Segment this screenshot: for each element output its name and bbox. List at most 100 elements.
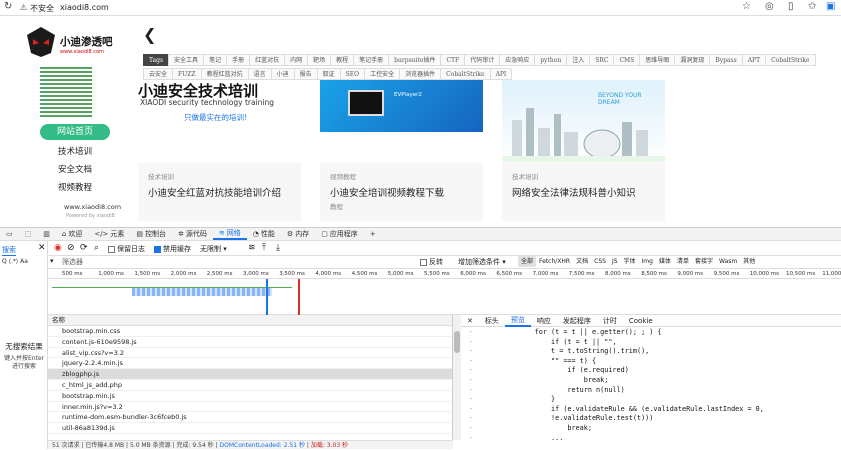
type-filter-button[interactable]: Fetch/XHR — [536, 256, 573, 267]
tag-link[interactable]: 笔记手册 — [353, 54, 390, 66]
tag-link[interactable]: 安全工具 — [168, 54, 205, 66]
security-label[interactable]: 不安全 — [30, 3, 54, 14]
request-row[interactable]: util-86a8139d.js — [48, 423, 452, 434]
scrollbar[interactable] — [453, 315, 461, 440]
url-text[interactable]: xiaodi8.com — [60, 3, 109, 12]
tag-link[interactable]: 教程 — [330, 54, 355, 66]
type-filter-button[interactable]: CSS — [591, 256, 609, 267]
request-row[interactable]: alist_vip.css?v=3.2 — [48, 348, 452, 359]
type-filter-button[interactable]: Wasm — [716, 256, 740, 267]
banner-city[interactable]: BEYOND YOUR DREAM — [502, 80, 665, 162]
tag-link[interactable]: 语言 — [247, 68, 272, 80]
more-filters-button[interactable]: 增加筛选条件 ▾ — [458, 257, 506, 267]
tag-link[interactable]: APT — [741, 54, 767, 66]
tag-link[interactable]: SEO — [339, 68, 366, 80]
type-filter-button[interactable]: 清单 — [674, 256, 692, 267]
back-arrow-icon[interactable]: ❮ — [143, 25, 156, 44]
tag-link[interactable]: python — [534, 54, 568, 66]
tag-link[interactable]: 浏览器插件 — [399, 68, 442, 80]
banner-evplayer[interactable]: EVPlayer2 — [320, 80, 483, 132]
throttle-select[interactable]: 无限制 ▾ — [200, 244, 227, 254]
type-filter-button[interactable]: 套接字 — [692, 256, 716, 267]
tag-link[interactable]: CMS — [613, 54, 641, 66]
tag-link[interactable]: API — [489, 68, 513, 80]
type-filter-button[interactable]: JS — [609, 256, 621, 267]
tag-link[interactable]: 靶场 — [307, 54, 332, 66]
upload-icon[interactable]: ⤒ — [262, 243, 266, 253]
request-row[interactable]: jquery-2.2.4.min.js — [48, 358, 452, 370]
search-tab[interactable]: 搜索 — [2, 245, 16, 256]
close-detail-icon[interactable]: ✕ — [461, 317, 479, 325]
tag-link[interactable]: 工控安全 — [364, 68, 401, 80]
tag-link[interactable]: 代码审计 — [464, 54, 501, 66]
tab-welcome[interactable]: ⌂ 欢迎 — [56, 229, 88, 239]
add-tab-icon[interactable]: + — [364, 230, 382, 238]
fetch-icon[interactable]: ⟳ — [80, 243, 88, 253]
tag-link[interactable]: 小迪 — [270, 68, 295, 80]
article-card-3[interactable]: 技术培训 网络安全法律法规科普小知识 — [502, 163, 665, 221]
scrollbar-thumb[interactable] — [454, 331, 460, 353]
card-title[interactable]: 小迪安全红蓝对抗技能培训介绍 — [148, 185, 281, 199]
tab-network[interactable]: ≋ 网络 — [212, 228, 247, 240]
request-row[interactable]: c_html_js_add.php — [48, 380, 452, 391]
tag-link[interactable]: CTF — [440, 54, 466, 66]
tag-link[interactable]: 教程红蓝对抗 — [200, 68, 249, 80]
filter-input[interactable]: 筛选器 — [62, 257, 83, 267]
detail-tab[interactable]: 计时 — [597, 316, 623, 326]
tag-link[interactable]: burpsuite插件 — [388, 54, 442, 66]
tag-link[interactable]: 取证 — [316, 68, 341, 80]
star-icon[interactable]: ☆ — [742, 1, 751, 12]
request-row[interactable]: content.js-610e9598.js — [48, 337, 452, 348]
detail-tab[interactable]: 发起程序 — [557, 316, 597, 326]
detail-tab[interactable]: 预览 — [504, 315, 531, 327]
banner-training[interactable]: 小迪安全技术培训 XIAODI security technology trai… — [138, 80, 301, 128]
tab-memory[interactable]: ⚙ 内存 — [281, 229, 315, 239]
site-logo[interactable]: 小迪渗透吧 www.xiaodi8.com — [24, 25, 124, 63]
tag-link[interactable]: 注入 — [566, 54, 591, 66]
inspect-icon[interactable]: ⬚ — [19, 230, 38, 238]
article-card-1[interactable]: 技术培训 小迪安全红蓝对抗技能培训介绍 — [138, 163, 301, 221]
warning-icon[interactable]: ⚠ — [20, 3, 27, 12]
tag-link[interactable]: CobaltStrike — [765, 54, 816, 66]
request-row[interactable]: inner.min.js?v=3.2 — [48, 402, 452, 413]
tag-link[interactable]: 手册 — [226, 54, 251, 66]
profile-icon[interactable]: ▣ — [826, 1, 835, 12]
tag-link[interactable]: 思维导图 — [639, 54, 676, 66]
record-icon[interactable]: ◉ — [54, 243, 62, 253]
reload-icon[interactable]: ↻ — [4, 1, 12, 12]
type-filter-button[interactable]: 媒体 — [656, 256, 674, 267]
detail-tab[interactable]: 响应 — [531, 316, 557, 326]
article-card-2[interactable]: 视频教程 小迪安全培训视频教程下载 教程 — [320, 163, 483, 221]
tab-elements[interactable]: </> 元素 — [88, 229, 130, 239]
nav-training[interactable]: 技术培训 — [58, 145, 92, 157]
invert-checkbox[interactable]: 反转 — [420, 257, 443, 267]
download-icon[interactable]: ⤓ — [276, 243, 280, 253]
type-filter-button[interactable]: 其他 — [740, 256, 758, 267]
split-view-icon[interactable]: ▯ — [788, 1, 794, 12]
detail-tab[interactable]: 标头 — [479, 316, 505, 326]
dock-icon[interactable]: ▥ — [37, 230, 56, 238]
tag-link[interactable]: 报告 — [293, 68, 318, 80]
detail-tab[interactable]: Cookie — [623, 317, 659, 325]
timeline-overview[interactable] — [48, 279, 841, 315]
nav-home[interactable]: 网站首页 — [40, 124, 110, 140]
type-filter-button[interactable]: 文档 — [573, 256, 591, 267]
nav-docs[interactable]: 安全文档 — [58, 163, 92, 175]
tag-link[interactable]: 红蓝对抗 — [249, 54, 286, 66]
type-filter-button[interactable]: 全部 — [518, 256, 537, 267]
tag-link[interactable]: 应急响应 — [499, 54, 536, 66]
tag-link[interactable]: 漏洞复现 — [674, 54, 711, 66]
tag-link[interactable]: SRC — [589, 54, 615, 66]
request-row[interactable]: zblogphp.js — [48, 369, 452, 380]
tag-link[interactable]: 内网 — [284, 54, 309, 66]
tag-link[interactable]: 云安全 — [143, 68, 174, 80]
tab-console[interactable]: ▤ 控制台 — [130, 229, 172, 239]
request-row[interactable]: runtime-dom.esm-bundler-3c6fceb0.js — [48, 412, 452, 424]
nav-videos[interactable]: 视频教程 — [58, 181, 92, 193]
search-icon[interactable]: ⌕ — [94, 243, 99, 253]
extension-icon[interactable]: ◎ — [765, 1, 774, 12]
request-row[interactable]: bootstrap.min.js — [48, 391, 452, 402]
tag-link[interactable]: 笔记 — [203, 54, 228, 66]
tag-link[interactable]: FUZZ — [172, 68, 202, 80]
preserve-log-checkbox[interactable]: 保留日志 — [108, 244, 145, 254]
